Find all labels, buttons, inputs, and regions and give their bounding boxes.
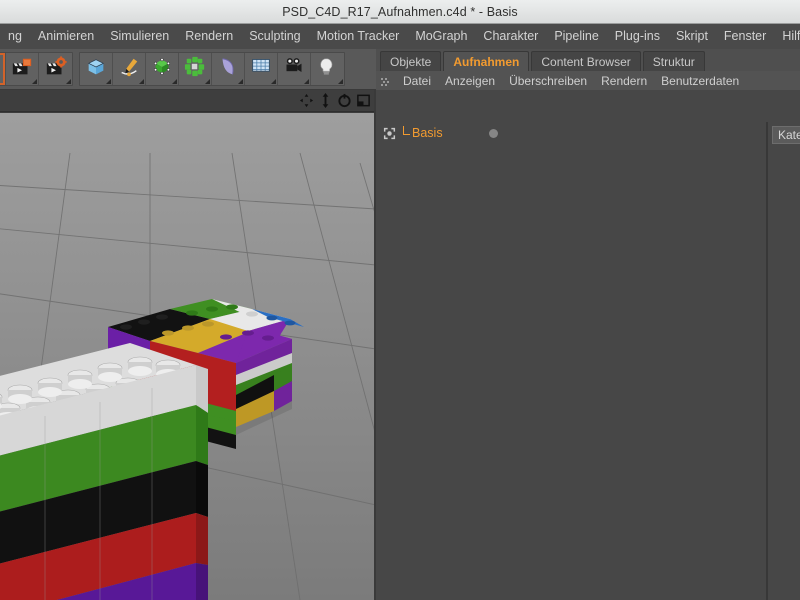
environment-floor-button[interactable] [245,53,278,85]
panelmenu-anzeigen[interactable]: Anzeigen [438,71,502,92]
panelmenu-rendern[interactable]: Rendern [594,71,654,92]
cube-primitive-icon [85,56,107,83]
menu-charakter[interactable]: Charakter [475,24,546,49]
light-bulb-icon [318,56,338,83]
popup-corner-icon[interactable] [106,79,111,84]
tab-content-browser[interactable]: Content Browser [531,51,640,71]
tree-branch-line [399,126,411,140]
menu-bearbeitung-clipped[interactable]: ng [0,24,30,49]
render-group [0,52,73,86]
pan-view-icon[interactable] [298,92,315,109]
popup-corner-icon[interactable] [139,79,144,84]
panel-tabbar: ObjekteAufnahmenContent BrowserStruktur [376,49,800,71]
tab-struktur[interactable]: Struktur [643,51,705,71]
array-modelling-button[interactable] [179,53,212,85]
light-bulb-button[interactable] [311,53,344,85]
deformer-bend-icon [217,56,239,83]
render-region-icon [10,56,34,83]
popup-corner-icon[interactable] [304,79,309,84]
menu-rendern[interactable]: Rendern [177,24,241,49]
window-title: PSD_C4D_R17_Aufnahmen.c4d * - Basis [282,5,518,19]
viewport-3d-scene[interactable] [0,113,376,600]
camera-icon [283,57,305,82]
camera-button[interactable] [278,53,311,85]
menu-animieren[interactable]: Animieren [30,24,102,49]
column-header-kategorie[interactable]: Kategorie [772,126,800,144]
panel-grip-icon[interactable] [380,75,392,87]
maximize-view-icon[interactable] [355,92,372,109]
spline-pen-icon [118,56,140,83]
environment-floor-icon [249,57,273,82]
tab-objekte[interactable]: Objekte [380,51,441,71]
popup-corner-icon[interactable] [66,79,71,84]
panelmenu-ueberschreiben[interactable]: Überschreiben [502,71,594,92]
menu-skript[interactable]: Skript [668,24,716,49]
menu-simulieren[interactable]: Simulieren [102,24,177,49]
popup-corner-icon[interactable] [338,79,343,84]
render-view-icon [0,56,1,83]
object-group [79,52,345,86]
take-enable-dot[interactable] [489,129,498,138]
menu-hilfe[interactable]: Hilfe [774,24,800,49]
panel-menubar: DateiAnzeigenÜberschreibenRendernBenutze… [376,71,800,92]
menu-fenster[interactable]: Fenster [716,24,774,49]
take-row-basis[interactable]: Basis [376,122,800,144]
panelmenu-benutzerdaten[interactable]: Benutzerdaten [654,71,746,92]
takes-tree: Basis [376,122,800,600]
cube-primitive-button[interactable] [80,53,113,85]
popup-corner-icon[interactable] [238,79,243,84]
generator-nurbs-icon [151,56,173,83]
popup-corner-icon[interactable] [172,79,177,84]
zoom-view-icon[interactable] [317,92,334,109]
menu-motion-tracker[interactable]: Motion Tracker [309,24,408,49]
tab-aufnahmen[interactable]: Aufnahmen [443,51,529,71]
render-region-button[interactable] [6,53,39,85]
popup-corner-icon[interactable] [32,79,37,84]
menu-plugins[interactable]: Plug-ins [607,24,668,49]
take-target-icon[interactable] [382,126,396,140]
viewport-panel [0,90,376,600]
viewport-header [0,90,376,112]
popup-corner-icon[interactable] [271,79,276,84]
spline-pen-button[interactable] [113,53,146,85]
deformer-bend-button[interactable] [212,53,245,85]
window-titlebar: PSD_C4D_R17_Aufnahmen.c4d * - Basis [0,0,800,24]
render-settings-icon [44,56,68,83]
tree-column-divider[interactable] [766,122,768,600]
rotate-view-icon[interactable] [336,92,353,109]
menu-sculpting[interactable]: Sculpting [241,24,308,49]
main-menubar: ngAnimierenSimulierenRendernSculptingMot… [0,24,800,49]
array-modelling-icon [184,56,206,83]
popup-corner-icon[interactable] [205,79,210,84]
menu-pipeline[interactable]: Pipeline [546,24,606,49]
generator-nurbs-button[interactable] [146,53,179,85]
take-label: Basis [412,126,443,140]
render-settings-button[interactable] [39,53,72,85]
menu-mograph[interactable]: MoGraph [407,24,475,49]
cinema4d-window: PSD_C4D_R17_Aufnahmen.c4d * - Basis ngAn… [0,0,800,600]
panelmenu-datei[interactable]: Datei [396,71,438,92]
